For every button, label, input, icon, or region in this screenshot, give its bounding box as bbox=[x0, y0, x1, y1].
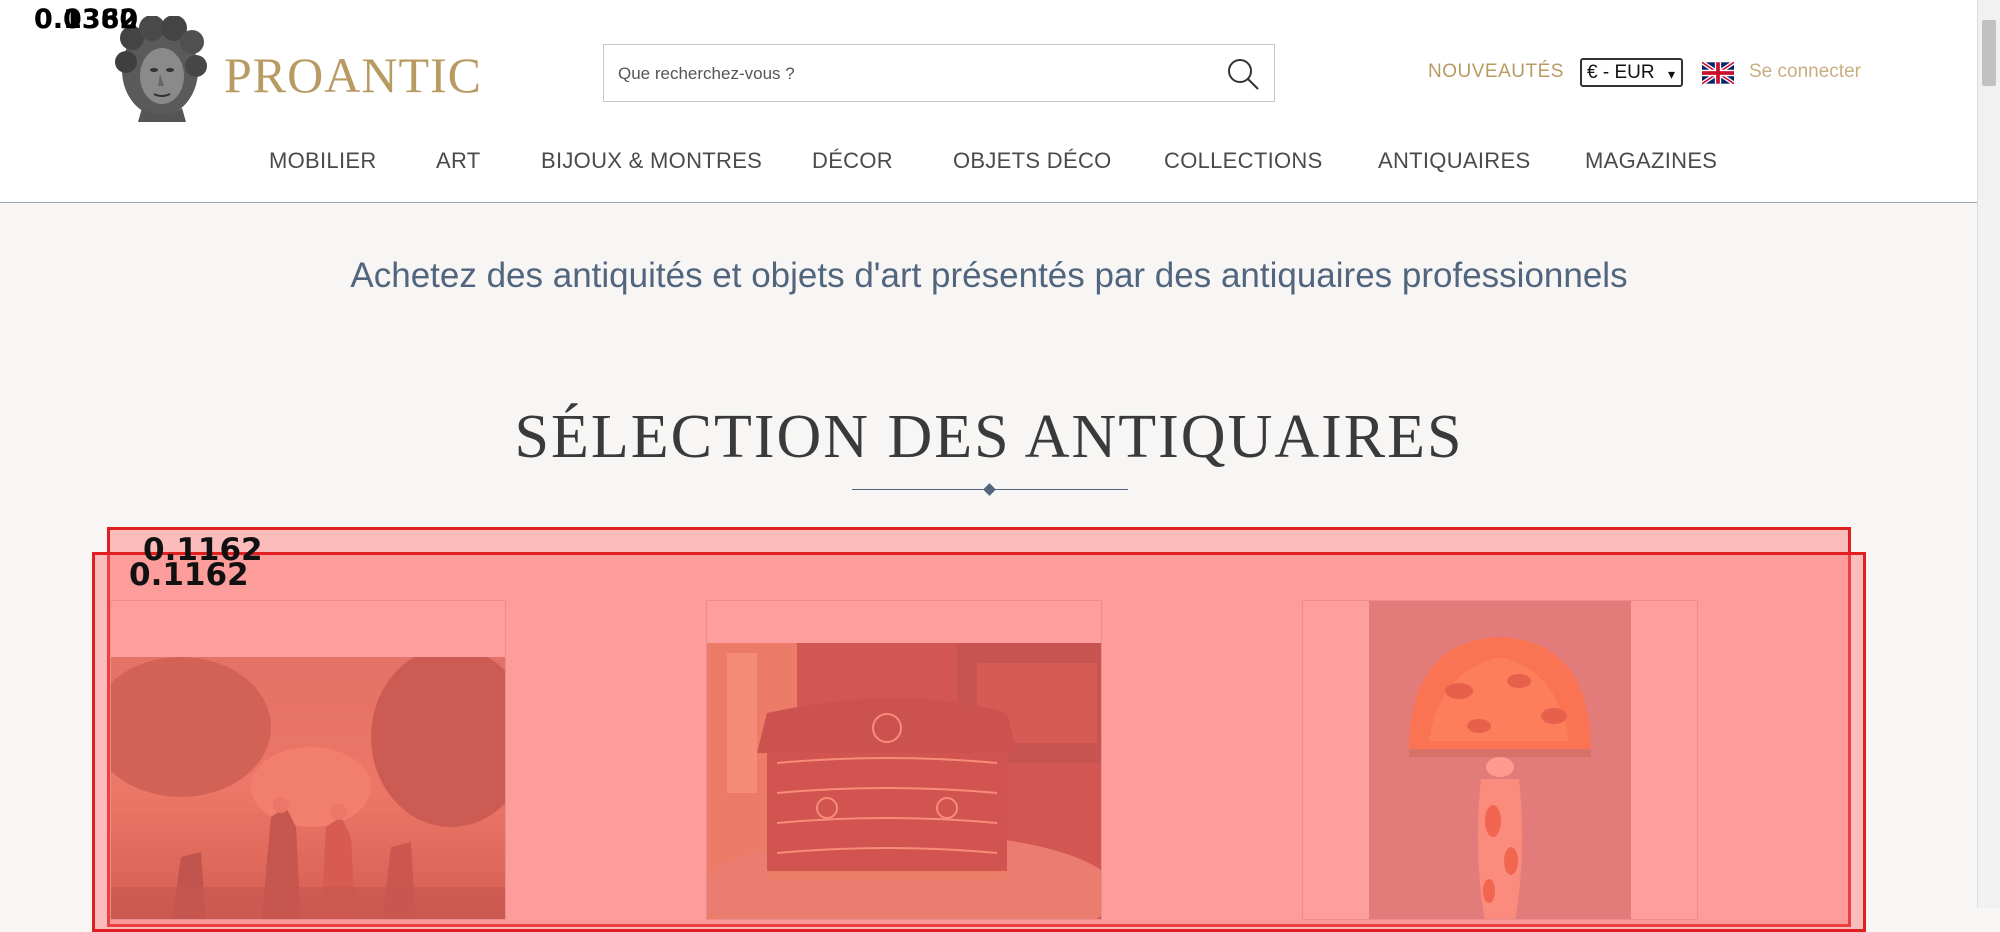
overlay-score-b: 0.1162 bbox=[129, 557, 249, 593]
nav-item-decor[interactable]: DÉCOR bbox=[812, 148, 893, 174]
nav-item-antiquaires[interactable]: ANTIQUAIRES bbox=[1378, 148, 1530, 174]
tagline: Achetez des antiquités et objets d'art p… bbox=[350, 256, 1628, 295]
login-link[interactable]: Se connecter bbox=[1749, 61, 1861, 83]
corner-score-b: 0.0362 bbox=[34, 4, 139, 35]
search-bar bbox=[603, 44, 1275, 103]
title-divider-diamond bbox=[983, 483, 996, 496]
scrollbar-thumb[interactable] bbox=[1982, 20, 1996, 86]
nav-item-magazines[interactable]: MAGAZINES bbox=[1585, 148, 1717, 174]
nav-item-collections[interactable]: COLLECTIONS bbox=[1164, 148, 1323, 174]
section-title: SÉLECTION DES ANTIQUAIRES bbox=[514, 403, 1464, 471]
main-nav: MOBILIER ART BIJOUX & MONTRES DÉCOR OBJE… bbox=[0, 148, 1978, 178]
nav-item-bijoux-montres[interactable]: BIJOUX & MONTRES bbox=[541, 148, 762, 174]
currency-value: € - EUR bbox=[1587, 62, 1655, 83]
nav-item-objets-deco[interactable]: OBJETS DÉCO bbox=[953, 148, 1112, 174]
uk-flag-icon[interactable] bbox=[1702, 61, 1734, 85]
search-input[interactable] bbox=[616, 45, 1200, 103]
nav-item-mobilier[interactable]: MOBILIER bbox=[269, 148, 377, 174]
nav-item-art[interactable]: ART bbox=[436, 148, 481, 174]
currency-select[interactable]: € - EUR ▾ bbox=[1580, 58, 1683, 87]
nouveautes-link[interactable]: NOUVEAUTÉS bbox=[1428, 61, 1564, 83]
site-header: PROANTIC NOUVEAUTÉS € - EUR ▾ Se connect… bbox=[0, 0, 1978, 203]
brand-name[interactable]: PROANTIC bbox=[224, 46, 482, 104]
page-scrollbar[interactable] bbox=[1977, 0, 2000, 908]
chevron-down-icon: ▾ bbox=[1667, 66, 1675, 82]
magnifier-icon[interactable] bbox=[1226, 57, 1260, 91]
overlay-box-b bbox=[92, 552, 1866, 932]
